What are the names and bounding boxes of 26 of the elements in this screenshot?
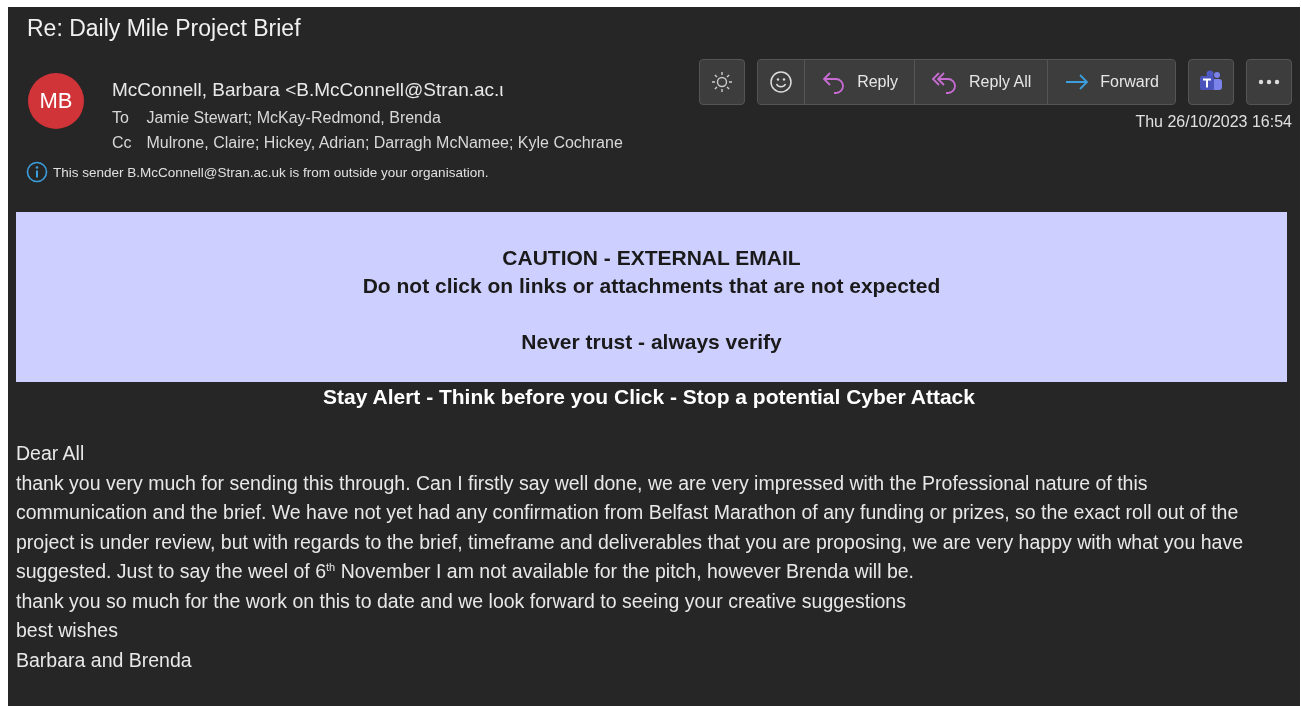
caution-text: CAUTION - EXTERNAL EMAIL (501, 245, 802, 271)
message-paragraph: thank you very much for sending this through. Can I firstly say well done, we are very impressed with the Professional nature of this communication and the brief. We have not yet had any confirmation from Belfast Marathon of any funding or prizes, so the exact roll out of the project is under review, but with regards to the brief, timeframe and deliverables that you are proposing, we are very happy with what you have suggested. Just to say the weel of 6$^{th}$ November I am not available for the pitch, however Brenda will be. (16, 470, 1244, 584)
sender-name: McConnell, Barbara <B.McConnell@Stran.ac.ι (112, 79, 505, 101)
info-icon (26, 161, 48, 183)
message-paragraph: Barbara and Brenda (16, 647, 193, 673)
forward-button[interactable]: Forward (1047, 60, 1175, 104)
teams-button[interactable] (1188, 59, 1234, 105)
security-slogan: Stay Alert - Think before you Click - Stop a potential Cyber Attack (322, 385, 976, 409)
ellipsis-icon (1258, 79, 1280, 85)
caution-text: Never trust - always verify (520, 329, 783, 355)
caution-text: Do not click on links or attachments that are not expected (361, 273, 942, 299)
message-paragraph: best wishes (16, 618, 119, 643)
external-sender-notice: This sender B.McConnell@Stran.ac.uk is from outside your organisation. (53, 164, 489, 180)
message-paragraph: Dear All (16, 441, 86, 466)
message-paragraph: thank you so much for the work on this to date and we look forward to seeing your creative suggestions (16, 588, 907, 614)
sent-date: Thu 26/10/2023 16:54 (1135, 113, 1292, 131)
smiley-icon (769, 70, 794, 94)
theme-toggle-button[interactable] (699, 59, 746, 105)
recipient-list: Mulrone, Claire; Hickey, Adrian; Darragh McNamee; Kyle Cochrane (146, 134, 623, 151)
more-options-button[interactable] (1246, 59, 1292, 105)
email-subject: Re: Daily Mile Project Brief (26, 14, 302, 43)
sender-avatar: MB (28, 73, 84, 129)
recipient-label: To (112, 108, 130, 128)
recipient-label: Cc (112, 133, 133, 153)
recipient-list: Jamie Stewart; McKay-Redmond, Brenda (146, 109, 441, 126)
sun-icon (711, 71, 734, 93)
